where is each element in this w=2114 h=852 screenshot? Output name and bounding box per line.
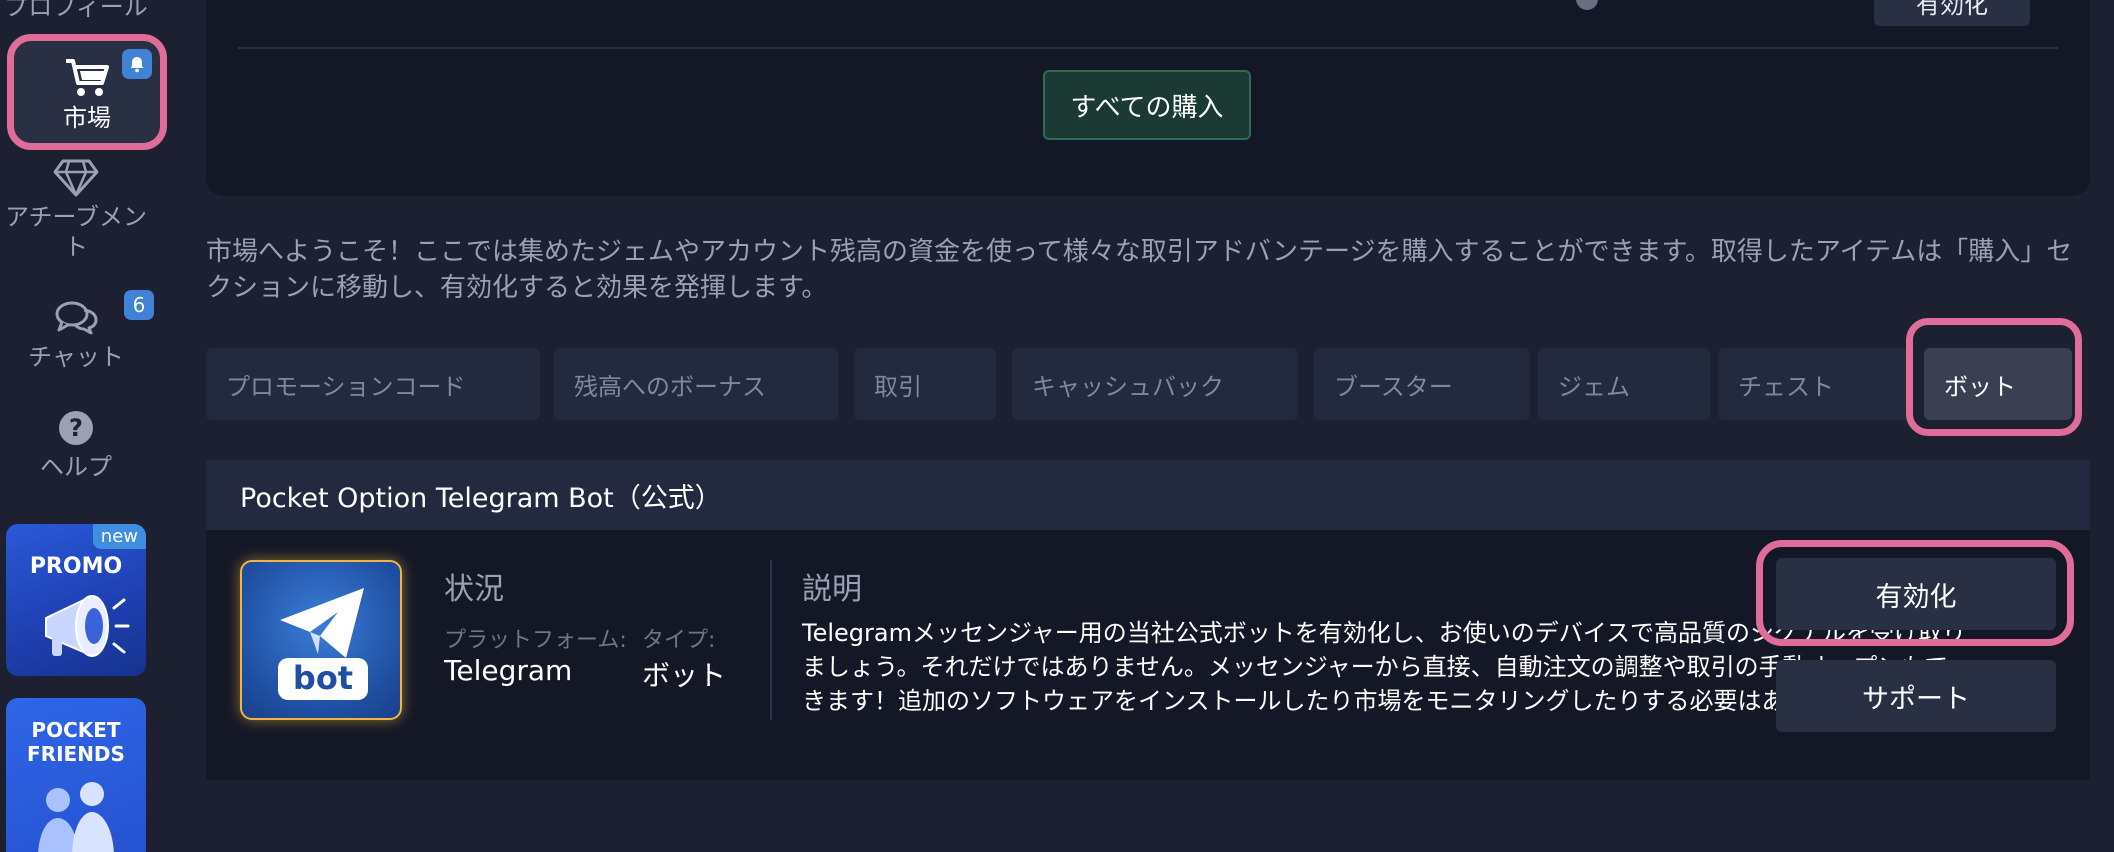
tab-cashback[interactable]: キャッシュバック xyxy=(1012,348,1298,420)
type-value: ボット xyxy=(642,659,727,692)
platform-label: プラットフォーム: xyxy=(444,628,627,653)
pocket-friends-banner[interactable]: POCKET FRIENDS xyxy=(6,698,146,852)
tab-booster[interactable]: ブースター xyxy=(1314,348,1530,420)
activate-button[interactable]: 有効化 xyxy=(1776,558,2056,630)
sidebar-item-achievements[interactable]: アチーブメント xyxy=(0,158,152,262)
sidebar-item-label: 市場 xyxy=(63,104,111,132)
bot-label: bot xyxy=(278,658,368,700)
sidebar-item-label: プロフィール xyxy=(4,0,148,21)
svg-text:?: ? xyxy=(69,414,83,442)
sidebar-item-label: アチーブメント xyxy=(4,203,148,261)
sidebar-item-label: ヘルプ xyxy=(40,453,112,481)
sidebar-item-label: チャット xyxy=(28,343,124,371)
help-icon: ? xyxy=(58,410,94,446)
bell-icon xyxy=(122,49,152,79)
cart-icon xyxy=(64,57,110,99)
friends-title: POCKET FRIENDS xyxy=(6,718,146,766)
info-icon xyxy=(1576,0,1598,10)
description-title: 説明 xyxy=(802,572,862,607)
tab-trades[interactable]: 取引 xyxy=(854,348,996,420)
purchase-activate-button[interactable]: 有効化 xyxy=(1874,0,2030,26)
sidebar-item-market[interactable]: 市場 xyxy=(7,34,167,150)
friends-title-line2: FRIENDS xyxy=(27,742,125,766)
support-button[interactable]: サポート xyxy=(1776,660,2056,732)
new-badge: new xyxy=(92,524,146,549)
tab-bot[interactable]: ボット xyxy=(1924,348,2072,420)
diamond-icon xyxy=(53,158,99,198)
friends-title-line1: POCKET xyxy=(31,718,121,742)
tab-chest[interactable]: チェスト xyxy=(1718,348,1910,420)
divider xyxy=(238,47,2058,49)
friends-people-icon xyxy=(26,778,126,852)
sidebar: プロフィール 市場 アチーブメント チャット 6 ? ヘルプ new PROMO… xyxy=(0,0,167,852)
promo-banner[interactable]: new PROMO xyxy=(6,524,146,676)
promo-title: PROMO xyxy=(29,554,123,579)
market-intro-text: 市場へようこそ！ここでは集めたジェムやアカウント残高の資金を使って様々な取引アド… xyxy=(206,237,2073,303)
purchases-panel: 有効化 すべての購入 xyxy=(206,0,2090,196)
chat-count-badge: 6 xyxy=(124,290,154,320)
divider xyxy=(770,560,772,720)
card-title: Pocket Option Telegram Bot（公式） xyxy=(206,460,2090,530)
tab-gems[interactable]: ジェム xyxy=(1538,348,1710,420)
status-title: 状況 xyxy=(444,572,504,607)
megaphone-icon xyxy=(36,586,132,670)
chat-icon xyxy=(54,300,98,336)
all-purchases-button[interactable]: すべての購入 xyxy=(1043,70,1251,140)
sidebar-item-help[interactable]: ? ヘルプ xyxy=(0,410,152,482)
sidebar-item-profile[interactable]: プロフィール xyxy=(0,0,152,26)
tab-promo-code[interactable]: プロモーションコード xyxy=(206,348,540,420)
type-label: タイプ: xyxy=(642,628,716,653)
tab-balance-bonus[interactable]: 残高へのボーナス xyxy=(554,348,838,420)
platform-value: Telegram xyxy=(444,654,573,687)
telegram-bot-icon: bot xyxy=(240,560,402,720)
